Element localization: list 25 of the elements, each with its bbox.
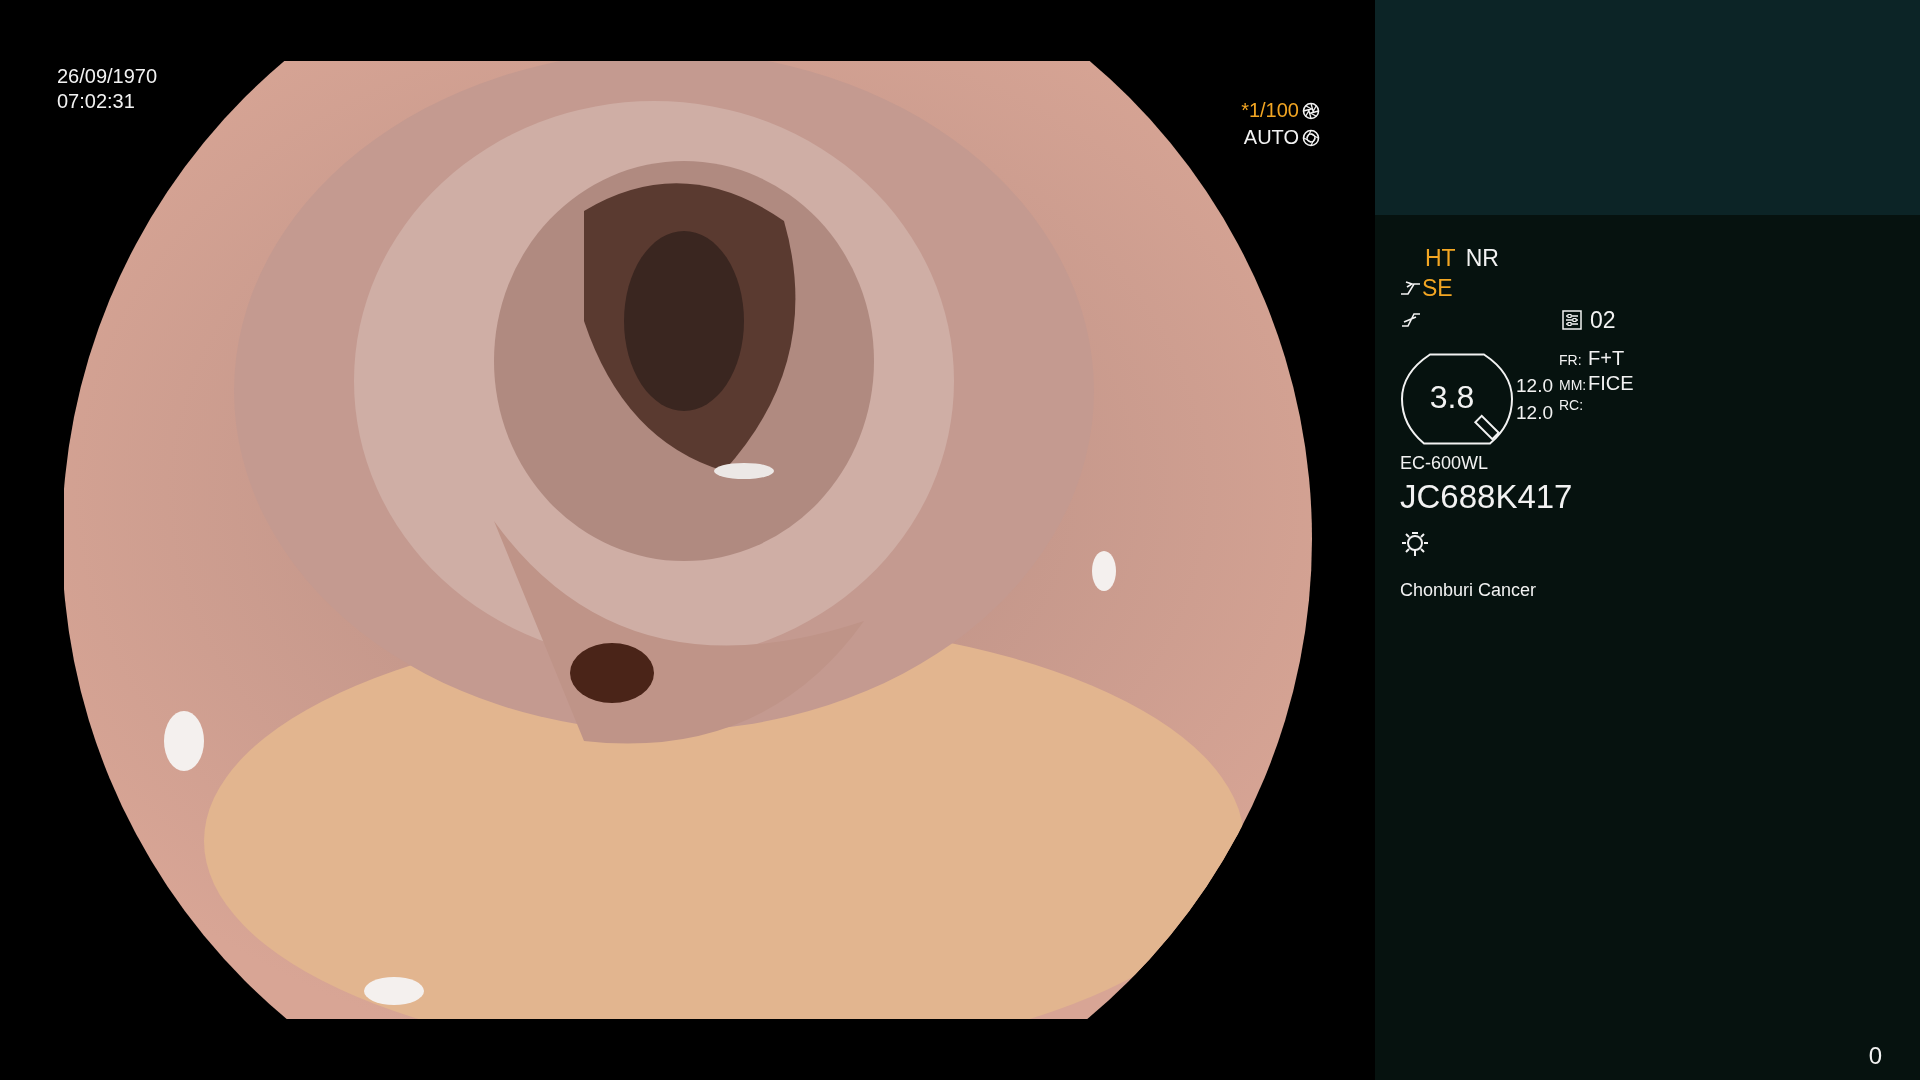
- enhancement-label: NR: [1465, 244, 1499, 272]
- zoom-reading: 12.0: [1516, 374, 1553, 398]
- institution-name: Chonburi Cancer: [1400, 580, 1538, 601]
- mode-label: MM:: [1559, 376, 1588, 393]
- serial-number: JC688K417: [1400, 478, 1574, 516]
- preset-number: 02: [1590, 306, 1616, 334]
- mode-label: FR:: [1559, 351, 1583, 368]
- shutter-speed-text: *1/100: [1241, 99, 1299, 122]
- enhancement-label: HT: [1425, 244, 1456, 272]
- date-text: 26/09/1970: [57, 64, 158, 89]
- iris-mode-text: AUTO: [1243, 126, 1299, 149]
- sliders-icon: [1562, 310, 1582, 330]
- time-text: 07:02:31: [57, 89, 136, 114]
- zoom-value: 3.8: [1429, 378, 1475, 416]
- zoom-reading: 12.0: [1516, 401, 1553, 425]
- enhancement-label: SE: [1422, 274, 1453, 302]
- counter-text: 0: [1868, 1042, 1882, 1070]
- scope-model: EC-600WL: [1400, 453, 1490, 474]
- mode-label: RC:: [1559, 396, 1585, 413]
- curve-line-icon: [1400, 310, 1422, 330]
- aperture-icon: [1302, 101, 1320, 120]
- mode-value: FICE: [1588, 371, 1634, 395]
- mode-value: F+T: [1588, 346, 1625, 370]
- aperture-icon: [1302, 128, 1320, 147]
- zoom-dial-icon: [1400, 353, 1514, 445]
